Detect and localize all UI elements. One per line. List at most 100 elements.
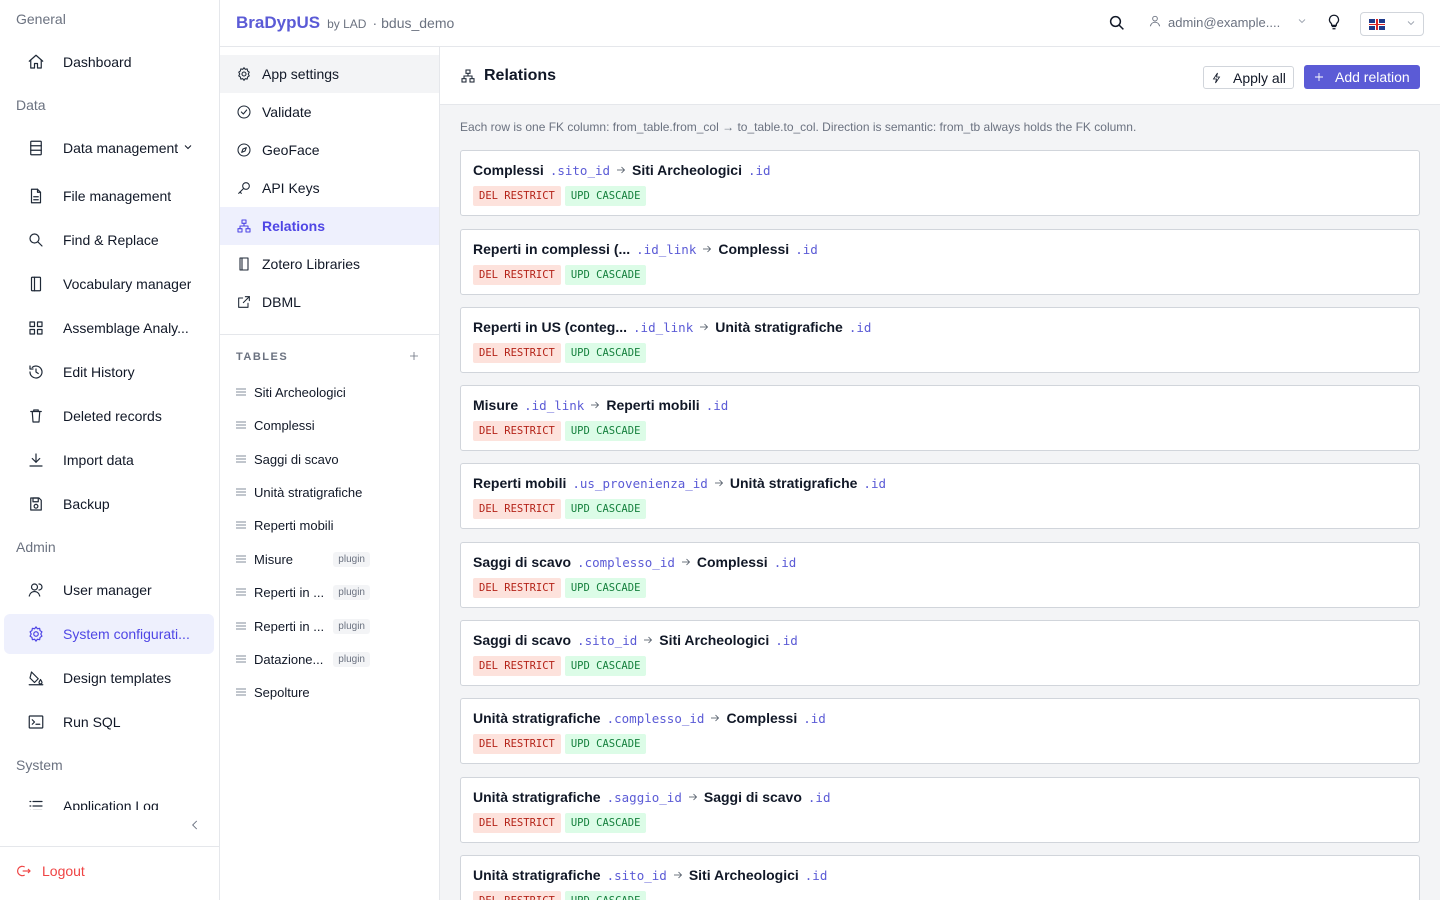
from-table: Reperti in US (conteg... — [473, 319, 628, 335]
on-delete-badge: DEL RESTRICT — [473, 656, 561, 676]
relation-row[interactable]: Misure .id_link Reperti mobili .id DEL RESTR… — [460, 385, 1420, 451]
sidebar-item-assemblage-analysis[interactable]: Assemblage Analy... — [4, 308, 214, 348]
tips-button[interactable] — [1325, 13, 1345, 33]
relation-row[interactable]: Saggi di scavo .complesso_id Complessi .id D… — [460, 542, 1420, 608]
relation-row[interactable]: Complessi .sito_id Siti Archeologici .id DEL… — [460, 150, 1420, 216]
sidebar-item-data-management[interactable]: Data management — [4, 128, 214, 168]
sidebar-item-dashboard[interactable]: Dashboard — [4, 42, 214, 82]
from-column: .sito_id — [577, 632, 638, 648]
search-icon — [26, 230, 46, 250]
submenu-item-label: API Keys — [262, 180, 320, 196]
sidebar-item-vocabulary-manager[interactable]: Vocabulary manager — [4, 264, 214, 304]
submenu-item-app-settings[interactable]: App settings — [220, 55, 439, 93]
sidebar-item-application-log[interactable]: Application Log — [4, 786, 214, 810]
sidebar-item-user-manager[interactable]: User manager — [4, 570, 214, 610]
add-table-button[interactable] — [408, 349, 422, 363]
language-select[interactable] — [1360, 12, 1424, 36]
table-item[interactable]: Misure plugin — [236, 548, 436, 570]
table-item[interactable]: Reperti in ... plugin — [236, 615, 436, 637]
to-column: .id — [775, 632, 798, 648]
submenu-divider — [220, 334, 439, 335]
to-column: .id — [773, 554, 797, 570]
table-item[interactable]: Datazione... plugin — [236, 648, 436, 670]
header-search-button[interactable] — [1108, 14, 1128, 34]
relation-row[interactable]: Saggi di scavo .sito_id Siti Archeologici.… — [460, 620, 1420, 686]
rule-badges: DEL RESTRICTUPD CASCADE — [473, 734, 650, 754]
on-delete-badge: DEL RESTRICT — [473, 421, 561, 441]
table-item[interactable]: Reperti in ... plugin — [236, 581, 436, 603]
arrow-right-icon — [709, 712, 721, 724]
relation-row[interactable]: Unità stratigrafiche .saggio_id Saggi di s… — [460, 777, 1420, 843]
logout-button[interactable]: Logout — [16, 863, 85, 879]
arrow-right-icon — [701, 243, 713, 255]
table-name: Complessi — [254, 417, 315, 433]
table-name: Reperti mobili — [254, 517, 334, 533]
list-icon — [236, 420, 246, 430]
user-menu[interactable]: admin@example.... — [1148, 14, 1308, 31]
to-column: .id — [705, 397, 729, 413]
from-table: Reperti mobili — [473, 475, 567, 491]
sidebar-item-system-configuration[interactable]: System configurati... — [4, 614, 214, 654]
table-item[interactable]: Sepolture — [236, 681, 436, 703]
sidebar-item-file-management[interactable]: File management — [4, 176, 214, 216]
sidebar-item-edit-history[interactable]: Edit History — [4, 352, 214, 392]
table-name: Reperti in ... — [254, 584, 325, 600]
submenu-item-dbml[interactable]: DBML — [220, 283, 439, 321]
sidebar-scroll-area[interactable]: General Dashboard Data Data management F… — [0, 0, 219, 810]
list-icon — [236, 621, 246, 631]
book-icon — [26, 274, 46, 294]
gear-icon — [236, 66, 252, 82]
sidebar-item-design-templates[interactable]: Design templates — [4, 658, 214, 698]
relation-row[interactable]: Unità stratigrafiche .sito_id Siti Archeol… — [460, 855, 1420, 900]
sidebar-item-import-data[interactable]: Import data — [4, 440, 214, 480]
apply-all-button[interactable]: Apply all — [1203, 66, 1294, 89]
collapse-sidebar-button[interactable] — [188, 818, 204, 834]
table-item[interactable]: Unità stratigrafiche — [236, 481, 436, 503]
submenu-item-zotero-libraries[interactable]: Zotero Libraries — [220, 245, 439, 283]
plus-icon — [410, 352, 418, 360]
submenu-item-api-keys[interactable]: API Keys — [220, 169, 439, 207]
relation-row[interactable]: Reperti in complessi (... .id_link Comples… — [460, 229, 1420, 295]
sidebar-item-label: Application Log — [63, 798, 159, 810]
relation-row[interactable]: Reperti mobili .us_provenienza_id Unità st… — [460, 463, 1420, 529]
table-item[interactable]: Complessi — [236, 414, 436, 436]
plugin-badge: plugin — [333, 618, 370, 634]
plugin-badge: plugin — [333, 551, 370, 567]
rule-badges: DEL RESTRICTUPD CASCADE — [473, 343, 650, 363]
table-item[interactable]: Siti Archeologici — [236, 381, 436, 403]
list-icon — [236, 587, 246, 597]
from-column: .id_link — [633, 319, 694, 335]
arrow-right-icon — [698, 321, 710, 333]
submenu-item-label: Zotero Libraries — [262, 256, 361, 272]
add-relation-button[interactable]: Add relation — [1304, 65, 1420, 89]
brand[interactable]: BraDypUS by LAD · bdus_demo — [236, 13, 454, 33]
on-update-badge: UPD CASCADE — [564, 265, 647, 285]
table-name: Siti Archeologici — [254, 384, 346, 400]
rule-badges: DEL RESTRICTUPD CASCADE — [473, 421, 650, 441]
relation-definition: Reperti in US (conteg... .id_link Unità st… — [473, 319, 871, 335]
submenu-item-geoface[interactable]: GeoFace — [220, 131, 439, 169]
table-name: Saggi di scavo — [254, 451, 339, 467]
sidebar-item-label: User manager — [63, 582, 152, 598]
relation-definition: Complessi .sito_id Siti Archeologici .id — [473, 162, 771, 178]
submenu-item-relations[interactable]: Relations — [220, 207, 439, 245]
to-column: .id — [804, 867, 828, 883]
search-icon — [1109, 15, 1124, 30]
sidebar-item-find-replace[interactable]: Find & Replace — [4, 220, 214, 260]
rule-badges: DEL RESTRICTUPD CASCADE — [473, 186, 650, 206]
sidebar-item-deleted-records[interactable]: Deleted records — [4, 396, 214, 436]
from-table: Misure — [473, 397, 519, 413]
sidebar-item-backup[interactable]: Backup — [4, 484, 214, 524]
to-table: Complessi — [696, 554, 768, 570]
table-item[interactable]: Reperti mobili — [236, 514, 436, 536]
rule-badges: DEL RESTRICTUPD CASCADE — [473, 265, 650, 285]
table-item[interactable]: Saggi di scavo — [236, 448, 436, 470]
submenu-item-validate[interactable]: Validate — [220, 93, 439, 131]
to-column: .id — [795, 241, 818, 257]
terminal-icon — [26, 712, 46, 732]
relation-row[interactable]: Reperti in US (conteg... .id_link Unità st… — [460, 307, 1420, 373]
sidebar-item-run-sql[interactable]: Run SQL — [4, 702, 214, 742]
relation-row[interactable]: Unità stratigrafiche .complesso_id Comples… — [460, 698, 1420, 764]
page-title: Relations — [460, 67, 556, 85]
sidebar-item-label: Backup — [63, 496, 110, 512]
